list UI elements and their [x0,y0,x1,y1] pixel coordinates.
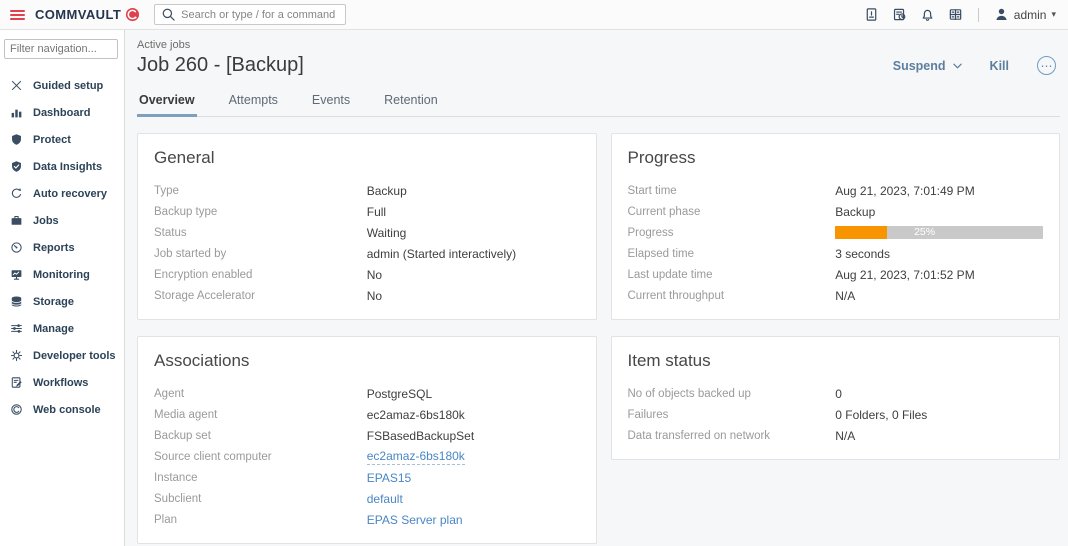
associations-row-subclient: Subclient default [154,488,580,509]
general-row-encryption: Encryption enabled No [154,264,580,285]
topbar-right: admin ▾ [864,7,1056,22]
dashboard-icon [9,106,23,119]
sidebar-item-workflows[interactable]: Workflows [0,369,124,396]
file-report-icon[interactable] [864,7,879,22]
globe-icon [9,403,23,416]
progress-bar: 25% [835,226,1043,239]
progress-row-throughput: Current throughput N/A [628,285,1044,306]
general-card-title: General [154,148,580,168]
instance-link[interactable]: EPAS15 [367,471,411,485]
hamburger-menu-icon[interactable] [10,10,25,20]
sidebar-item-dashboard[interactable]: Dashboard [0,99,124,126]
user-icon [994,7,1009,22]
general-row-backup-type: Backup type Full [154,201,580,222]
chevron-down-icon [953,63,962,69]
sidebar-item-developer-tools[interactable]: Developer tools [0,342,124,369]
item-status-row-objects: No of objects backed up 0 [628,383,1044,404]
gauge-icon [9,241,23,254]
associations-row-agent: Agent PostgreSQL [154,383,580,404]
chevron-down-icon: ▾ [1051,9,1056,20]
filter-navigation-input[interactable] [4,39,118,59]
associations-row-instance: Instance EPAS15 [154,467,580,488]
sidebar-item-monitoring[interactable]: Monitoring [0,261,124,288]
command-search [154,4,346,25]
status-value: Waiting [367,226,407,240]
tab-retention[interactable]: Retention [384,93,438,116]
user-menu[interactable]: admin ▾ [994,7,1056,22]
commvault-logo: COMMVAULT [35,7,140,22]
progress-card: Progress Start time Aug 21, 2023, 7:01:4… [611,133,1061,320]
progress-row-progress: Progress 25% [628,222,1044,243]
guided-setup-icon [9,79,23,92]
sidebar-item-data-insights[interactable]: Data Insights [0,153,124,180]
sidebar-item-storage[interactable]: Storage [0,288,124,315]
bell-icon[interactable] [920,7,935,22]
more-actions-button[interactable] [1037,56,1056,75]
subclient-link[interactable]: default [367,492,403,506]
progress-row-start-time: Start time Aug 21, 2023, 7:01:49 PM [628,180,1044,201]
general-card: General Type Backup Backup type Full Sta… [137,133,597,320]
page-title: Job 260 - [Backup] [137,54,304,77]
associations-card: Associations Agent PostgreSQL Media agen… [137,336,597,544]
shield-check-icon [9,160,23,173]
sidebar-item-auto-recovery[interactable]: Auto recovery [0,180,124,207]
associations-row-source-client: Source client computer ec2amaz-6bs180k [154,446,580,467]
progress-card-title: Progress [628,148,1044,168]
kill-button[interactable]: Kill [990,59,1009,73]
monitor-icon [9,268,23,281]
schedule-icon[interactable] [892,7,907,22]
sidebar-item-manage[interactable]: Manage [0,315,124,342]
tab-bar: Overview Attempts Events Retention [137,93,1060,117]
item-status-row-data-transferred: Data transferred on network N/A [628,425,1044,446]
breadcrumb[interactable]: Active jobs [137,30,1060,51]
sidebar-item-jobs[interactable]: Jobs [0,207,124,234]
progress-bar-label: 25% [914,226,935,239]
tab-events[interactable]: Events [312,93,350,116]
job-actions: Suspend Kill [893,56,1060,75]
suspend-button[interactable]: Suspend [893,59,962,73]
database-icon [9,295,23,308]
sidebar-item-guided-setup[interactable]: Guided setup [0,72,124,99]
main-content: Active jobs Job 260 - [Backup] Suspend K… [125,30,1068,546]
general-row-type: Type Backup [154,180,580,201]
progress-row-current-phase: Current phase Backup [628,201,1044,222]
progress-row-elapsed-time: Elapsed time 3 seconds [628,243,1044,264]
tab-overview[interactable]: Overview [139,93,195,116]
topbar-divider [978,8,979,22]
refresh-icon [9,187,23,200]
general-row-storage-accelerator: Storage Accelerator No [154,285,580,306]
associations-row-media-agent: Media agent ec2amaz-6bs180k [154,404,580,425]
shield-icon [9,133,23,146]
user-name: admin [1014,8,1047,22]
commvault-logo-mark-icon [125,7,140,22]
commvault-logo-text: COMMVAULT [35,7,121,22]
item-status-card: Item status No of objects backed up 0 Fa… [611,336,1061,460]
general-row-job-started-by: Job started by admin (Started interactiv… [154,243,580,264]
progress-bar-fill [835,226,887,239]
associations-card-title: Associations [154,351,580,371]
tab-attempts[interactable]: Attempts [229,93,278,116]
search-icon [161,7,176,22]
sidebar-item-web-console[interactable]: Web console [0,396,124,423]
briefcase-icon [9,214,23,227]
source-client-link[interactable]: ec2amaz-6bs180k [367,449,465,465]
search-input[interactable] [181,9,339,21]
associations-row-backup-set: Backup set FSBasedBackupSet [154,425,580,446]
grid-icon[interactable] [948,7,963,22]
document-edit-icon [9,376,23,389]
sidebar-item-reports[interactable]: Reports [0,234,124,261]
gear-icon [9,349,23,362]
sidebar-item-protect[interactable]: Protect [0,126,124,153]
progress-row-last-update: Last update time Aug 21, 2023, 7:01:52 P… [628,264,1044,285]
sliders-icon [9,322,23,335]
item-status-card-title: Item status [628,351,1044,371]
associations-row-plan: Plan EPAS Server plan [154,509,580,530]
top-bar: COMMVAULT admin ▾ [0,0,1068,30]
item-status-row-failures: Failures 0 Folders, 0 Files [628,404,1044,425]
sidebar-nav: Guided setup Dashboard Protect Data Insi… [0,30,125,546]
general-row-status: Status Waiting [154,222,580,243]
plan-link[interactable]: EPAS Server plan [367,513,463,527]
